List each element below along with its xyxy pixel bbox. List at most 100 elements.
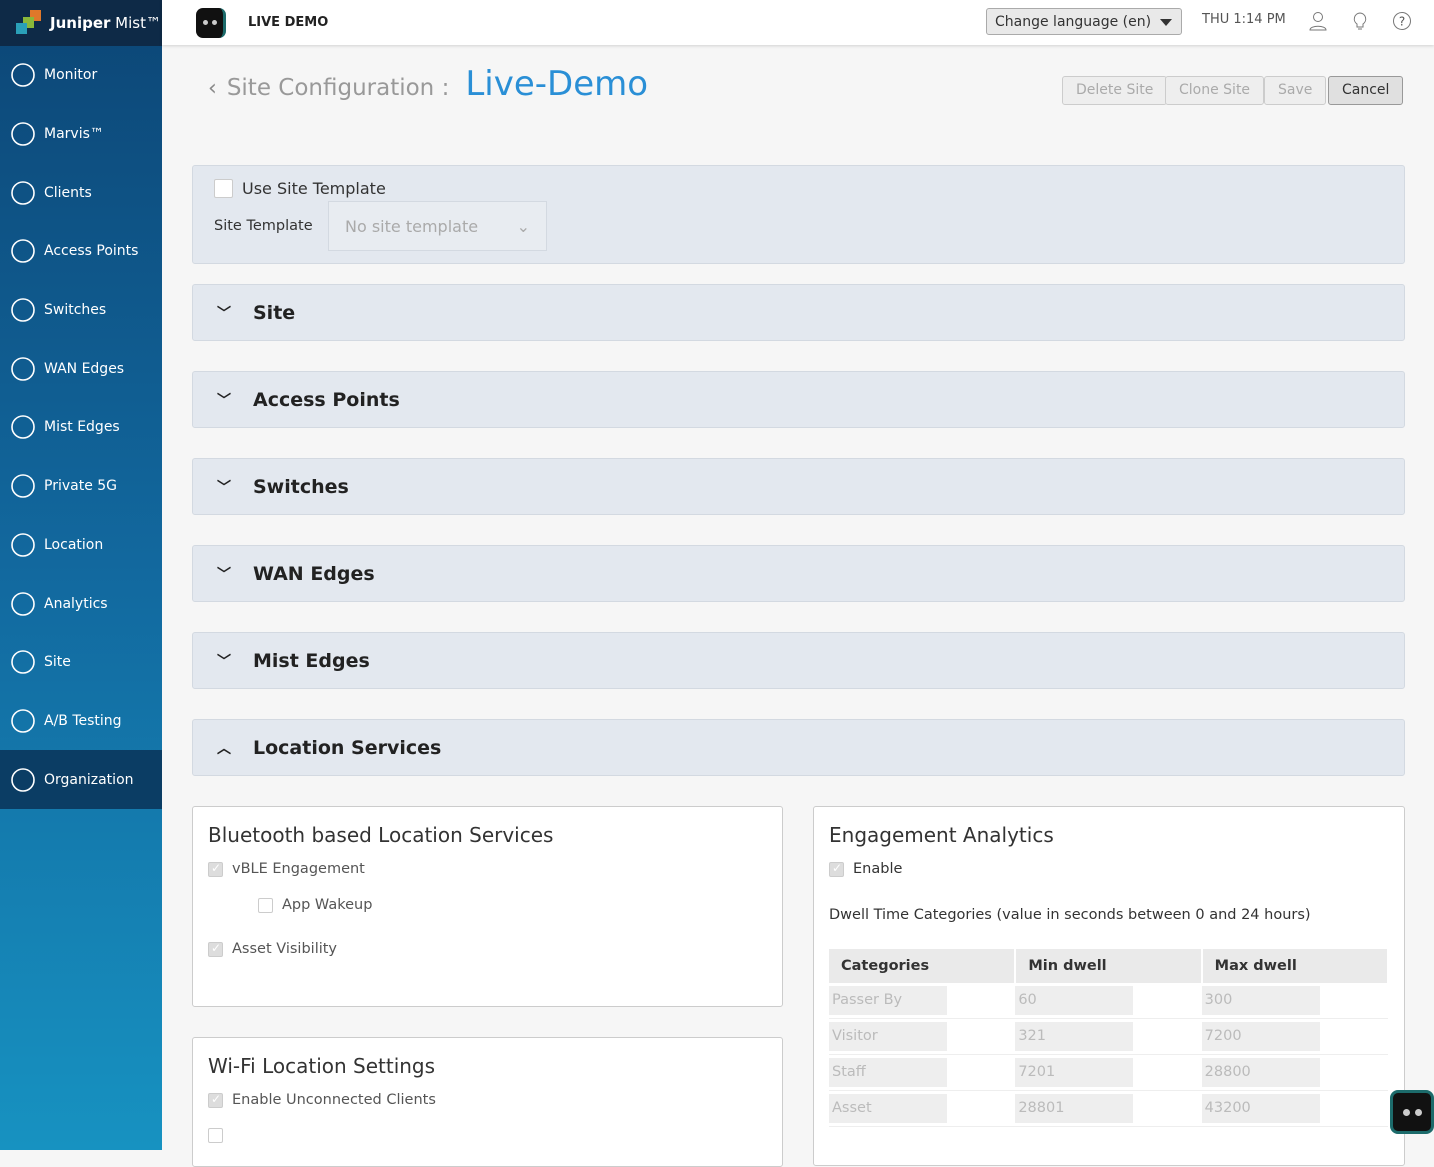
ab-testing-icon xyxy=(11,709,35,733)
section-access-points[interactable]: ﹀ Access Points xyxy=(192,371,1405,428)
delete-site-button[interactable]: Delete Site xyxy=(1062,76,1168,105)
sidebar-item-label: Location xyxy=(44,536,104,553)
sidebar-item-location[interactable]: Location xyxy=(0,516,162,575)
engagement-title: Engagement Analytics xyxy=(829,823,1054,847)
sidebar: Juniper Mist™ Monitor Marvis™ Clients Acces… xyxy=(0,0,162,1150)
save-button[interactable]: Save xyxy=(1264,76,1327,105)
help-icon[interactable]: ? xyxy=(1392,11,1412,31)
monitor-icon xyxy=(11,63,35,88)
app-wakeup-label: App Wakeup xyxy=(282,897,373,913)
site-icon xyxy=(11,650,35,675)
sidebar-item-label: Mist Edges xyxy=(44,419,120,436)
site-name: Live-Demo xyxy=(465,64,649,104)
chevron-down-icon: ﹀ xyxy=(217,479,231,496)
dwell-input[interactable]: 7200 xyxy=(1201,1022,1320,1051)
location-icon xyxy=(11,533,35,557)
checkbox[interactable] xyxy=(208,1128,223,1143)
column-header: Max dwell xyxy=(1201,949,1390,983)
chevron-down-icon: ﹀ xyxy=(217,392,231,409)
use-site-template-checkbox[interactable] xyxy=(214,179,233,198)
clone-site-button[interactable]: Clone Site xyxy=(1165,76,1265,105)
section-title: Switches xyxy=(253,475,349,498)
chevron-down-icon: ⌄ xyxy=(516,216,530,236)
sidebar-item-access-points[interactable]: Access Points xyxy=(0,222,162,281)
section-switches[interactable]: ﹀ Switches xyxy=(192,458,1405,515)
wan-edge-icon xyxy=(11,356,35,381)
dwell-input[interactable]: 28801 xyxy=(1015,1094,1134,1123)
user-icon[interactable] xyxy=(1308,11,1328,31)
dwell-input[interactable]: 28800 xyxy=(1201,1058,1320,1087)
chevron-down-icon: ﹀ xyxy=(217,653,231,670)
engagement-enable-checkbox[interactable] xyxy=(829,861,844,877)
dwell-input[interactable]: 43200 xyxy=(1201,1094,1320,1123)
asset-visibility-checkbox[interactable] xyxy=(208,941,223,957)
dwell-input[interactable]: Visitor xyxy=(829,1022,947,1051)
section-title: Location Services xyxy=(253,736,442,759)
sidebar-item-analytics[interactable]: Analytics xyxy=(0,574,162,633)
site-template-value: No site template xyxy=(345,216,479,236)
site-template-label: Site Template xyxy=(214,218,313,234)
section-location-services[interactable]: ︿ Location Services xyxy=(192,719,1405,776)
dwell-description: Dwell Time Categories (value in seconds … xyxy=(829,907,1311,923)
column-header: Min dwell xyxy=(1015,949,1203,983)
juniper-mist-logo[interactable]: Juniper Mist™ xyxy=(0,0,162,46)
section-wan-edges[interactable]: ﹀ WAN Edges xyxy=(192,545,1405,602)
svg-text:?: ? xyxy=(1399,15,1405,29)
column-header: Categories xyxy=(829,949,1017,983)
sidebar-item-site[interactable]: Site xyxy=(0,633,162,692)
section-title: Access Points xyxy=(253,388,400,411)
sidebar-item-label: Marvis™ xyxy=(44,126,104,143)
sidebar-item-label: Private 5G xyxy=(44,478,118,495)
site-template-select[interactable]: No site template ⌄ xyxy=(328,201,547,251)
chevron-up-icon: ︿ xyxy=(217,740,231,757)
clock: THU 1:14 PM xyxy=(1202,12,1286,27)
antenna-icon xyxy=(11,474,35,498)
dwell-input[interactable]: Staff xyxy=(829,1058,947,1087)
table-row: Staff 7201 28800 xyxy=(829,1054,1388,1091)
sidebar-item-label: Site xyxy=(44,654,71,671)
wifi-location-card: Wi-Fi Location Settings Enable Unconnect… xyxy=(192,1037,783,1167)
lightbulb-icon[interactable] xyxy=(1350,11,1370,31)
dwell-input[interactable]: 300 xyxy=(1201,986,1320,1015)
brand-product: Mist™ xyxy=(115,14,161,32)
sidebar-item-label: Analytics xyxy=(44,595,108,612)
brand-name: Juniper xyxy=(50,14,111,32)
globe-icon xyxy=(11,767,35,792)
dwell-input[interactable]: 7201 xyxy=(1015,1058,1134,1087)
unconnected-clients-checkbox[interactable] xyxy=(208,1092,223,1108)
sidebar-item-marvis-[interactable]: Marvis™ xyxy=(0,105,162,164)
bluetooth-card: Bluetooth based Location Services vBLE E… xyxy=(192,806,783,1007)
cancel-button[interactable]: Cancel xyxy=(1328,76,1404,105)
sidebar-item-label: A/B Testing xyxy=(44,712,122,729)
sidebar-item-organization[interactable]: Organization xyxy=(0,750,162,809)
clients-icon xyxy=(11,180,35,205)
back-chevron-icon[interactable]: ‹ xyxy=(208,76,217,101)
app-wakeup-checkbox[interactable] xyxy=(258,897,273,913)
org-name: LIVE DEMO xyxy=(248,15,329,30)
chevron-down-icon: ﹀ xyxy=(217,305,231,322)
marvis-chat-button[interactable] xyxy=(1390,1090,1434,1134)
marvis-bot-icon[interactable] xyxy=(196,7,226,38)
sidebar-item-private-5g[interactable]: Private 5G xyxy=(0,457,162,516)
sidebar-item-label: WAN Edges xyxy=(44,360,125,377)
sidebar-item-monitor[interactable]: Monitor xyxy=(0,46,162,105)
dwell-input[interactable]: Passer By xyxy=(829,986,947,1015)
marvis-icon xyxy=(11,122,35,146)
section-mist-edges[interactable]: ﹀ Mist Edges xyxy=(192,632,1405,689)
dwell-input[interactable]: 60 xyxy=(1015,986,1134,1015)
dwell-input[interactable]: Asset xyxy=(829,1094,947,1123)
dwell-input[interactable]: 321 xyxy=(1015,1022,1134,1051)
sidebar-item-switches[interactable]: Switches xyxy=(0,281,162,340)
vble-checkbox[interactable] xyxy=(208,861,223,877)
table-row: Passer By 60 300 xyxy=(829,983,1388,1019)
sidebar-item-wan-edges[interactable]: WAN Edges xyxy=(0,339,162,398)
use-site-template-label: Use Site Template xyxy=(242,179,386,198)
sidebar-item-mist-edges[interactable]: Mist Edges xyxy=(0,398,162,457)
sidebar-item-a-b-testing[interactable]: A/B Testing xyxy=(0,692,162,751)
language-select[interactable]: Change language (en) xyxy=(986,8,1182,35)
section-site[interactable]: ﹀ Site xyxy=(192,284,1405,341)
bluetooth-title: Bluetooth based Location Services xyxy=(208,823,554,847)
sidebar-item-clients[interactable]: Clients xyxy=(0,163,162,222)
mist-edge-icon xyxy=(11,415,35,440)
table-row: Asset 28801 43200 xyxy=(829,1090,1388,1127)
